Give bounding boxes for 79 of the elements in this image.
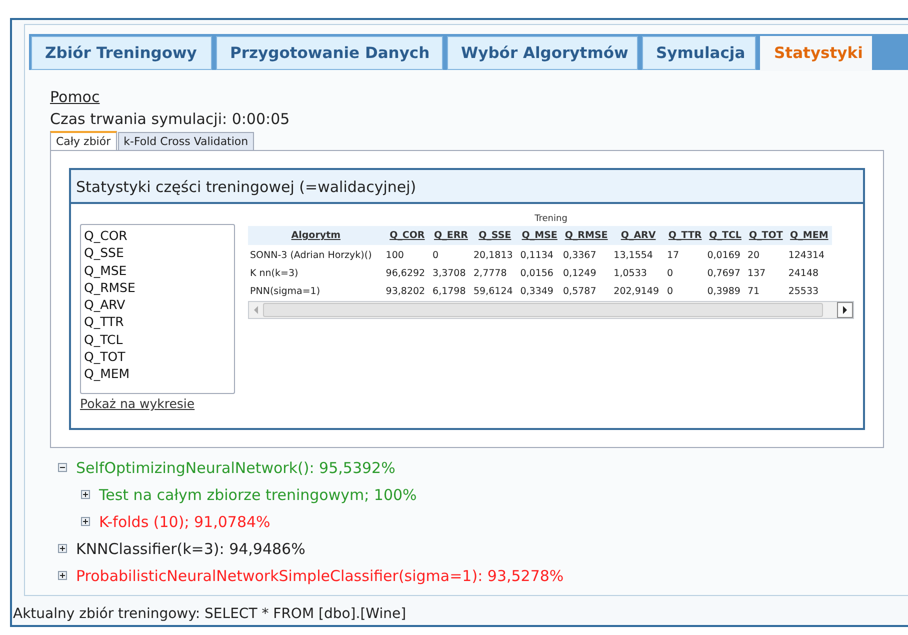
- table-cell-text: 202,9149: [612, 285, 660, 299]
- collapse-icon[interactable]: [58, 463, 67, 472]
- table-cell: 0: [430, 245, 472, 263]
- table-cell-text: 93,8202: [384, 285, 426, 299]
- measure-list[interactable]: Q_COR Q_SSE Q_MSE Q_RMSE Q_ARV Q_TTR Q_TCL Q_TOT Q_MEM: [80, 224, 235, 394]
- tree-item[interactable]: KNNClassifier(k=3): 94,9486%: [76, 540, 306, 558]
- help-link[interactable]: Pomoc: [50, 88, 100, 106]
- table-cell-text: 0,1249: [562, 267, 598, 281]
- horizontal-scrollbar[interactable]: [248, 301, 854, 319]
- table-cell-text: 137: [746, 267, 767, 281]
- expand-icon[interactable]: [81, 490, 90, 499]
- expand-icon[interactable]: [58, 544, 67, 553]
- table-cell: 0,0169: [705, 245, 746, 263]
- table-cell: 17: [664, 245, 706, 263]
- table-cell-text: K nn(k=3): [249, 267, 300, 281]
- expand-icon[interactable]: [58, 571, 67, 580]
- column-header[interactable]: Q_ARV: [612, 226, 665, 245]
- table-cell-text: PNN(sigma=1): [249, 285, 322, 299]
- list-item[interactable]: Q_ARV: [84, 296, 231, 314]
- column-header[interactable]: Q_TTR: [664, 226, 706, 245]
- column-header[interactable]: Q_TCL: [705, 226, 746, 245]
- table-cell-text: 0: [666, 285, 674, 299]
- scroll-right-icon[interactable]: [837, 302, 853, 318]
- list-item[interactable]: Q_MSE: [84, 262, 231, 279]
- column-header[interactable]: Algorytm: [248, 226, 384, 245]
- table-cell: 0,1134: [518, 245, 561, 263]
- table-cell: 124314: [786, 245, 832, 263]
- table-cell: 100: [384, 245, 431, 263]
- table-cell: 0,3367: [561, 245, 612, 263]
- group-header: Trening: [534, 214, 568, 226]
- tab[interactable]: Symulacja: [642, 36, 756, 70]
- column-header[interactable]: Q_SSE: [472, 226, 518, 245]
- table-cell-text: 0,3989: [706, 285, 742, 299]
- tree-item[interactable]: SelfOptimizingNeuralNetwork(): 95,5392%: [76, 458, 396, 476]
- column-header[interactable]: Q_COR: [384, 226, 431, 245]
- list-item[interactable]: Q_TTR: [84, 313, 231, 331]
- table-cell-text: 3,3708: [432, 267, 467, 281]
- list-item[interactable]: Q_COR: [84, 227, 231, 244]
- tree-item[interactable]: Test na całym zbiorze treningowym; 100%: [99, 486, 417, 504]
- table-cell: 13,1554: [612, 245, 665, 263]
- table-cell-text: 0,7697: [706, 267, 742, 281]
- column-header[interactable]: Q_MSE: [518, 226, 561, 245]
- tab[interactable]: Przygotowanie Danych: [216, 36, 443, 70]
- table-cell-text: 0,5787: [562, 285, 598, 299]
- list-item[interactable]: Q_TOT: [84, 348, 231, 366]
- duration-text: Czas trwania symulacji: 0:00:05: [50, 110, 291, 128]
- table-cell-text: 2,7778: [472, 267, 508, 281]
- table-cell-text: 1,0533: [612, 267, 648, 281]
- list-item[interactable]: Q_MEM: [84, 365, 231, 383]
- panel-title: Statystyki części treningowej (=walidacyjnej): [71, 170, 863, 204]
- column-header[interactable]: Q_TOT: [745, 226, 786, 245]
- table-cell-text: 0: [666, 267, 674, 281]
- scroll-thumb[interactable]: [263, 303, 823, 317]
- chart-link[interactable]: Pokaż na wykresie: [80, 396, 195, 411]
- table-cell-text: 71: [746, 285, 761, 299]
- tab[interactable]: Cały zbiór: [50, 131, 117, 150]
- table-cell-text: 6,1798: [432, 285, 467, 299]
- table-cell-text: 0,0156: [519, 267, 554, 281]
- list-item[interactable]: Q_SSE: [84, 244, 231, 262]
- column-header[interactable]: Q_MEM: [786, 226, 832, 245]
- table-cell-text: 96,6292: [384, 267, 426, 281]
- column-header[interactable]: Q_ERR: [430, 226, 472, 245]
- column-header[interactable]: Q_RMSE: [561, 226, 612, 245]
- status-text: Aktualny zbiór treningowy: SELECT * FROM [dbo].[Wine]: [12, 605, 408, 622]
- tree-item[interactable]: ProbabilisticNeuralNetworkSimpleClassifier(sigma=1): 93,5278%: [76, 566, 564, 584]
- tab[interactable]: Wybór Algorytmów: [447, 36, 638, 70]
- table-cell-text: 25533: [787, 285, 820, 299]
- list-item[interactable]: Q_TCL: [84, 330, 231, 348]
- table-cell: SONN-3 (Adrian Horzyk)(): [248, 245, 384, 263]
- tab[interactable]: k-Fold Cross Validation: [118, 132, 254, 150]
- table-cell-text: 59,6124: [472, 285, 514, 299]
- tree-item[interactable]: K-folds (10); 91,0784%: [99, 512, 270, 530]
- table-cell: 20: [745, 245, 786, 263]
- table-cell-text: 0,3349: [519, 285, 554, 299]
- table-cell-text: 24148: [787, 267, 820, 281]
- list-item[interactable]: Q_RMSE: [84, 278, 231, 296]
- tab[interactable]: Zbiór Treningowy: [31, 36, 212, 70]
- expand-icon[interactable]: [81, 517, 90, 526]
- table-cell: 20,1813: [472, 245, 518, 263]
